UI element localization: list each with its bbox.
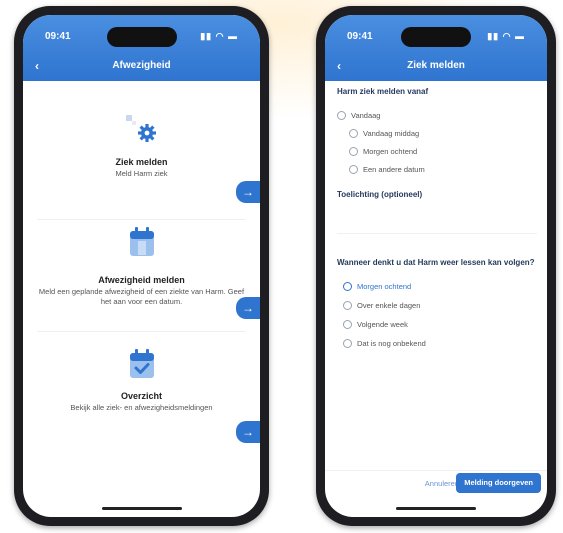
radio-option[interactable]: Volgende week [337, 315, 537, 334]
card-title: Overzicht [120, 391, 162, 401]
form-footer: Annuleren Melding doorgeven [325, 470, 547, 497]
radio-icon [343, 339, 352, 348]
radio-icon [349, 164, 358, 174]
page-title: Afwezigheid [112, 60, 171, 71]
arrow-right-icon[interactable]: → [236, 297, 260, 319]
cancel-button[interactable]: Annuleren [425, 479, 459, 488]
card-title: Ziek melden [115, 157, 168, 167]
radio-icon [349, 128, 358, 138]
option-label: Vandaag [351, 110, 381, 120]
arrow-right-icon[interactable]: → [236, 421, 260, 443]
radio-icon [343, 282, 352, 291]
dynamic-island [106, 27, 177, 47]
option-label: Een andere datum [363, 164, 425, 174]
card-subtitle: Bekijk alle ziek- en afwezigheidsmelding… [70, 403, 213, 412]
note-textarea[interactable] [337, 199, 537, 234]
option-label: Volgende week [357, 320, 408, 329]
status-time: 09:41 [347, 31, 373, 42]
question-start: Harm ziek melden vanaf [337, 87, 429, 96]
option-label: Over enkele dagen [357, 301, 421, 310]
radio-option[interactable]: Vandaag [337, 106, 537, 124]
option-label: Morgen ochtend [357, 282, 412, 291]
calendar-check-icon [129, 347, 155, 379]
option-label: Dat is nog onbekend [357, 339, 426, 348]
radio-option[interactable]: Dat is nog onbekend [337, 334, 537, 353]
question-return: Wanneer denkt u dat Harm weer lessen kan… [337, 258, 535, 267]
arrow-right-icon[interactable]: → [236, 181, 260, 203]
calendar-icon [129, 225, 155, 257]
radio-icon [337, 110, 346, 120]
status-icons: ▮▮ ◠ ▬ [487, 31, 525, 41]
phone-left: 09:41 ▮▮ ◠ ▬ ‹ Afwezigheid Ziek melden M… [14, 6, 269, 526]
radio-option[interactable]: Over enkele dagen [337, 296, 537, 315]
option-label: Morgen ochtend [363, 146, 418, 156]
gear-icon [122, 111, 162, 147]
home-indicator [396, 507, 476, 510]
divider [37, 219, 246, 220]
radio-option[interactable]: Morgen ochtend [337, 277, 537, 296]
card-absence-report[interactable]: Afwezigheid melden Meld een geplande afw… [23, 221, 260, 341]
dynamic-island [401, 27, 471, 47]
radio-icon [349, 146, 358, 156]
radio-option[interactable]: Een andere datum [337, 160, 537, 178]
radio-option[interactable]: Morgen ochtend [337, 142, 537, 160]
note-label: Toelichting (optioneel) [337, 190, 423, 199]
radio-option[interactable]: Vandaag middag [337, 124, 537, 142]
status-icons: ▮▮ ◠ ▬ [200, 31, 238, 41]
sick-report-screen: 09:41 ▮▮ ◠ ▬ ‹ Ziek melden Harm ziek mel… [325, 15, 547, 517]
absence-menu-screen: 09:41 ▮▮ ◠ ▬ ‹ Afwezigheid Ziek melden M… [23, 15, 260, 517]
app-bar: 09:41 ▮▮ ◠ ▬ ‹ Ziek melden [325, 15, 547, 81]
card-sick-report[interactable]: Ziek melden Meld Harm ziek → [23, 97, 260, 209]
phone-right: 09:41 ▮▮ ◠ ▬ ‹ Ziek melden Harm ziek mel… [316, 6, 556, 526]
home-indicator [101, 507, 182, 510]
status-time: 09:41 [45, 31, 71, 42]
submit-button[interactable]: Melding doorgeven [456, 473, 541, 493]
radio-icon [343, 320, 352, 329]
sick-report-form: Harm ziek melden vanaf Vandaag Vandaag m… [337, 87, 537, 353]
app-bar: 09:41 ▮▮ ◠ ▬ ‹ Afwezigheid [23, 15, 260, 81]
card-overview[interactable]: Overzicht Bekijk alle ziek- en afwezighe… [23, 343, 260, 453]
option-label: Vandaag middag [363, 128, 420, 138]
card-subtitle: Meld een geplande afwezigheid of een zie… [38, 287, 245, 306]
radio-icon [343, 301, 352, 310]
card-title: Afwezigheid melden [98, 275, 185, 285]
page-title: Ziek melden [407, 60, 465, 71]
card-subtitle: Meld Harm ziek [115, 169, 168, 178]
divider [37, 331, 246, 332]
